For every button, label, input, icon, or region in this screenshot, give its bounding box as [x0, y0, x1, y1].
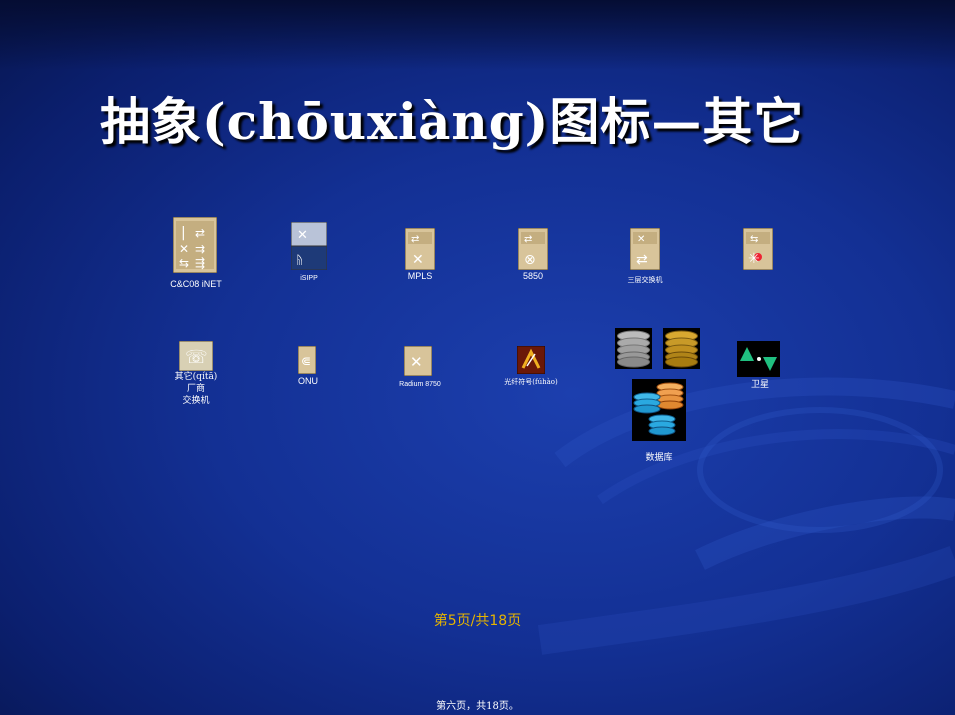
satellite-label: 卫星 — [750, 380, 769, 390]
radium-label: Radium 8750 — [399, 381, 441, 388]
other-switch-label: 其它(qítā) 厂商 交换机 — [160, 371, 232, 407]
svg-text:⇉: ⇉ — [195, 242, 205, 256]
footer-text: 第六页，共18页。 — [436, 701, 519, 712]
svg-text:⇄: ⇄ — [411, 234, 419, 245]
svg-text:⇄: ⇄ — [524, 234, 532, 245]
onu-icon: ⋐ — [298, 346, 316, 374]
cc08-label: C&C08 iNET — [170, 279, 222, 289]
onu-label: ONU — [298, 376, 318, 386]
svg-text:⇆: ⇆ — [750, 234, 758, 245]
svg-text:⋐: ⋐ — [301, 354, 311, 368]
5850-label: 5850 — [522, 271, 544, 281]
fiber-label: 光纤符号(fúhào) — [504, 378, 558, 386]
page-number: 第5页/共18页 — [433, 613, 522, 629]
svg-text:⇶: ⇶ — [195, 256, 205, 270]
mpls-label: MPLS — [407, 271, 433, 281]
database-gray-icon — [615, 328, 652, 369]
svg-text:✕: ✕ — [412, 252, 424, 268]
svg-text:⇆: ⇆ — [179, 256, 189, 270]
cc08-switch-icon: | ⇄ ✕ ⇉ ⇆ ⇶ — [173, 217, 217, 273]
fiber-symbol-icon — [517, 346, 545, 374]
phone-switch-icon: ☏ — [179, 341, 213, 371]
l3-switch-icon: ✕ ⇄ — [630, 228, 660, 270]
other-switch-label-line1: 其它(qítā) — [174, 372, 218, 382]
svg-text:⇄: ⇄ — [636, 252, 648, 268]
satellite-icon — [737, 341, 780, 377]
database-label: 数据库 — [645, 453, 673, 463]
svg-text:⇄: ⇄ — [195, 226, 205, 240]
svg-text:✕: ✕ — [637, 234, 645, 245]
other-switch-label-line3: 交换机 — [182, 396, 210, 406]
l3-switch-label: 三层交换机 — [627, 276, 663, 284]
slide-title: 抽象(chōuxiàng)图标—其它 — [100, 92, 805, 151]
svg-text:ᚥ: ᚥ — [296, 253, 303, 267]
5850-icon: ⇄ ⊗ — [518, 228, 548, 270]
svg-text:|: | — [181, 225, 186, 241]
svg-text:⊗: ⊗ — [524, 252, 536, 268]
other-switch-label-line2: 厂商 — [186, 384, 205, 394]
svg-text:✕: ✕ — [410, 353, 423, 371]
svg-text:✕: ✕ — [297, 228, 308, 243]
svg-text:✕: ✕ — [179, 242, 189, 256]
database-stack-icon — [632, 379, 686, 441]
database-gold-icon — [663, 328, 700, 369]
isipp-icon: ✕ ᚥ — [291, 222, 327, 270]
svg-text:✳: ✳ — [748, 251, 760, 267]
mpls-icon: ⇄ ✕ — [405, 228, 435, 270]
isipp-label: iSIPP — [300, 275, 318, 282]
radium-icon: ✕ — [404, 346, 432, 376]
svg-text:☏: ☏ — [185, 347, 208, 368]
router-star-icon: ⇆ ✳ — [743, 228, 773, 270]
